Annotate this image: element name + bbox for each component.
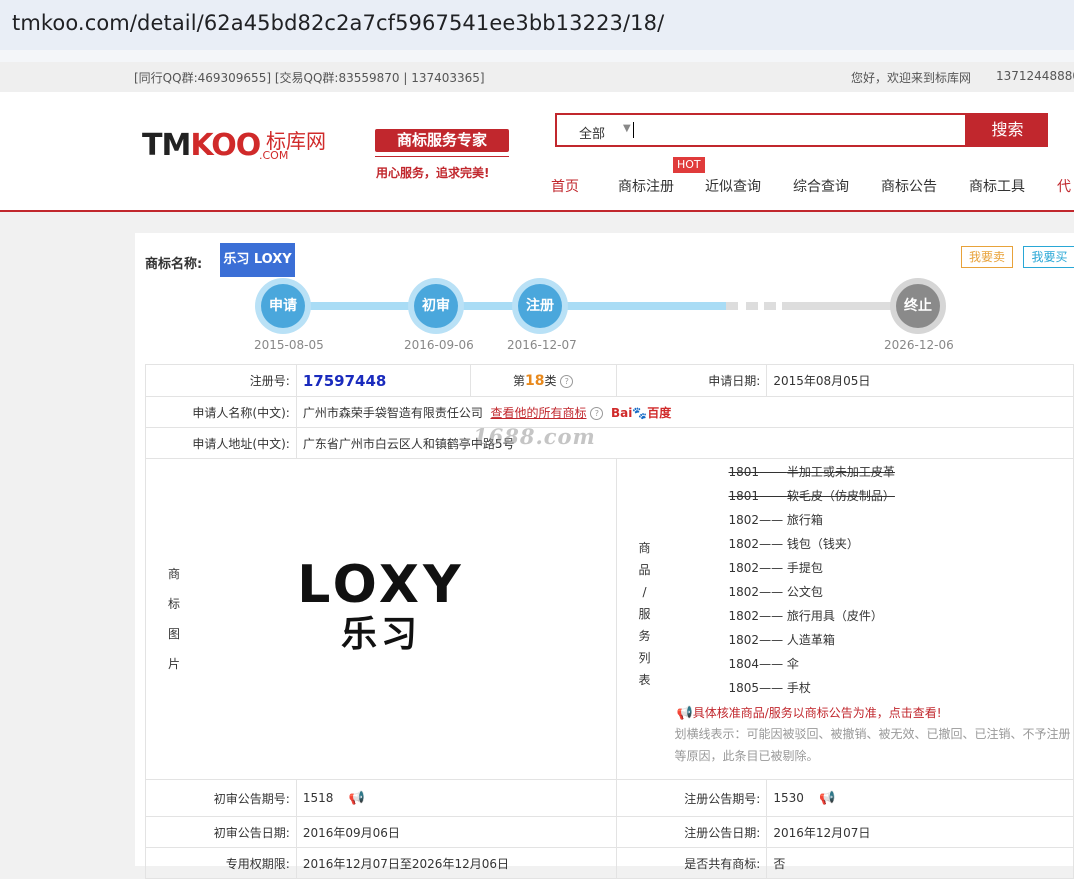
reg-notice-date-value: 2016年12月07日 — [766, 816, 1074, 848]
timeline-dash — [726, 302, 738, 310]
baidu-search-link[interactable]: Bai🐾百度 — [611, 406, 671, 420]
shared-value: 否 — [766, 847, 1074, 879]
table-row: 初审公告日期: 2016年09月06日 注册公告日期: 2016年12月07日 — [145, 816, 1074, 848]
search-category-select[interactable]: 全部 — [579, 123, 605, 142]
table-row: 注册号: 17597448 第18类 ? 申请日期: 2015年08月05日 — [145, 364, 1074, 397]
paw-icon: 🐾 — [632, 405, 648, 420]
trademark-image-cell: 商标图片 LOXY 乐习 — [145, 458, 617, 780]
phone-number: 13712448880 — [996, 69, 1074, 83]
reg-no-label: 注册号: — [145, 364, 297, 397]
list-item: 1804—— 伞 — [728, 657, 799, 671]
step-register-date: 2016-12-07 — [507, 338, 577, 352]
step-apply-date: 2015-08-05 — [254, 338, 324, 352]
trademark-name-value: 乐习 LOXY — [220, 243, 295, 277]
list-item: 1802—— 钱包（钱夹） — [728, 537, 859, 551]
search-input-caret — [633, 122, 634, 138]
badge-underline — [375, 156, 509, 157]
megaphone-icon[interactable]: 📢 — [819, 791, 835, 806]
reg-notice-date-label: 注册公告日期: — [615, 816, 768, 848]
all-marks-link[interactable]: 查看他的所有商标 — [490, 406, 586, 420]
timeline-dash — [746, 302, 758, 310]
timeline-progress-bar — [283, 302, 726, 310]
help-icon[interactable]: ? — [590, 406, 604, 420]
nav-trademark-register[interactable]: 商标注册 — [618, 176, 674, 196]
service-expert-badge: 商标服务专家 — [375, 129, 509, 152]
list-item: 1801—— 半加工或未加工皮革 — [728, 465, 895, 479]
step-register: 注册 — [512, 278, 568, 334]
list-item: 1802—— 公文包 — [728, 585, 823, 599]
site-top-bar: [同行QQ群:469309655] [交易QQ群:83559870 | 1374… — [0, 62, 1074, 92]
help-icon[interactable]: ? — [560, 375, 574, 388]
list-item: 1805—— 手杖 — [728, 681, 811, 695]
list-item: 1802—— 手提包 — [728, 561, 823, 575]
strike-note: 划横线表示：可能因被驳回、被撤销、被无效、已撤回、已注销、不予注册等原因，此条目… — [674, 727, 1071, 763]
url-text: tmkoo.com/detail/62a45bd82c2a7cf5967541e… — [12, 11, 665, 35]
applicant-label: 申请人名称(中文): — [145, 396, 297, 428]
table-row: 商标图片 LOXY 乐习 商品 / 服务列表 1801—— 半加工或未加工皮革 18… — [145, 458, 1074, 780]
list-item: 1802—— 旅行用具（皮件） — [728, 609, 883, 623]
prelim-date-label: 初审公告日期: — [145, 816, 297, 848]
slogan-text: 用心服务，追求完美! — [376, 166, 490, 180]
table-row: 申请人地址(中文): 广东省广州市白云区人和镇鹤亭中路5号 — [145, 427, 1074, 459]
list-item: 1802—— 旅行箱 — [728, 513, 823, 527]
reg-notice-no-cell: 1530 📢 — [766, 779, 1074, 817]
sell-button[interactable]: 我要卖 — [961, 246, 1013, 268]
list-item: 1801—— 软毛皮（仿皮制品） — [728, 489, 895, 503]
nav-home[interactable]: 首页 — [551, 176, 579, 196]
applicant-cell: 广州市森荣手袋智造有限责任公司 查看他的所有商标 ? Bai🐾百度 — [295, 396, 1074, 428]
step-prelim: 初审 — [408, 278, 464, 334]
reg-no-cell: 17597448 — [295, 364, 471, 397]
hot-badge: HOT — [673, 157, 705, 173]
list-item: 1802—— 人造革箱 — [728, 633, 835, 647]
step-terminate-date: 2026-12-06 — [884, 338, 954, 352]
table-row: 专用权期限: 2016年12月07日至2026年12月06日 是否共有商标: 否 — [145, 847, 1074, 879]
step-apply: 申请 — [255, 278, 311, 334]
step-prelim-date: 2016-09-06 — [404, 338, 474, 352]
site-logo[interactable]: TMKOO — [142, 128, 261, 163]
trademark-info-table: 注册号: 17597448 第18类 ? 申请日期: 2015年08月05日 申… — [145, 364, 1074, 879]
apply-date-value: 2015年08月05日 — [766, 364, 1074, 397]
prelim-no-cell: 1518 📢 — [295, 779, 617, 817]
address-bar[interactable]: tmkoo.com/detail/62a45bd82c2a7cf5967541e… — [0, 0, 1074, 50]
nav-combined-search[interactable]: 综合查询 — [793, 176, 849, 196]
trademark-logo-image: LOXY 乐习 — [297, 555, 465, 655]
goods-cell: 商品 / 服务列表 1801—— 半加工或未加工皮革 1801—— 软毛皮（仿皮制品… — [615, 458, 1074, 780]
address-value: 广东省广州市白云区人和镇鹤亭中路5号 — [295, 427, 1074, 459]
apply-date-label: 申请日期: — [615, 364, 768, 397]
applicant-value: 广州市森荣手袋智造有限责任公司 — [302, 405, 483, 420]
image-label-vertical: 商标图片 — [168, 567, 181, 671]
welcome-text: 您好，欢迎来到标库网 — [851, 71, 972, 85]
trademark-name-label: 商标名称: — [145, 257, 203, 272]
search-box[interactable]: 全部 ▼ — [555, 113, 967, 147]
goods-list: 1801—— 半加工或未加工皮革 1801—— 软毛皮（仿皮制品） 1802——… — [729, 460, 895, 700]
buy-button[interactable]: 我要买 — [1023, 246, 1074, 268]
nav-similar-search[interactable]: 近似查询 — [705, 176, 761, 196]
address-label: 申请人地址(中文): — [145, 427, 297, 459]
step-terminate: 终止 — [890, 278, 946, 334]
search-button[interactable]: 搜索 — [967, 113, 1048, 147]
exclusive-value: 2016年12月07日至2026年12月06日 — [295, 847, 617, 879]
class-number[interactable]: 18 — [525, 373, 544, 389]
nav-agency[interactable]: 代 — [1057, 176, 1071, 196]
watermark-text: 1688.com — [473, 424, 596, 449]
qq-groups-text: [同行QQ群:469309655] [交易QQ群:83559870 | 1374… — [134, 71, 485, 85]
nav-trademark-notice[interactable]: 商标公告 — [881, 176, 937, 196]
exclusive-label: 专用权期限: — [145, 847, 297, 879]
shared-label: 是否共有商标: — [615, 847, 768, 879]
reg-no-value: 17597448 — [302, 371, 387, 390]
goods-notice-link[interactable]: 📢具体核准商品/服务以商标公告为准，点击查看! — [677, 704, 942, 721]
reg-notice-no-label: 注册公告期号: — [615, 779, 768, 817]
timeline-dash — [764, 302, 776, 310]
table-row: 申请人名称(中文): 广州市森荣手袋智造有限责任公司 查看他的所有商标 ? Ba… — [145, 396, 1074, 428]
prelim-no-label: 初审公告期号: — [145, 779, 297, 817]
logo-com-text: .COM — [259, 149, 289, 162]
megaphone-icon: 📢 — [676, 706, 693, 721]
table-row: 初审公告期号: 1518 📢 注册公告期号: 1530 📢 — [145, 779, 1074, 817]
prelim-date-value: 2016年09月06日 — [295, 816, 617, 848]
class-cell: 第18类 ? — [469, 364, 617, 397]
dropdown-arrow-icon[interactable]: ▼ — [623, 123, 631, 134]
megaphone-icon[interactable]: 📢 — [349, 791, 365, 806]
nav-trademark-tools[interactable]: 商标工具 — [969, 176, 1025, 196]
goods-label-vertical: 商品 / 服务列表 — [638, 541, 651, 687]
